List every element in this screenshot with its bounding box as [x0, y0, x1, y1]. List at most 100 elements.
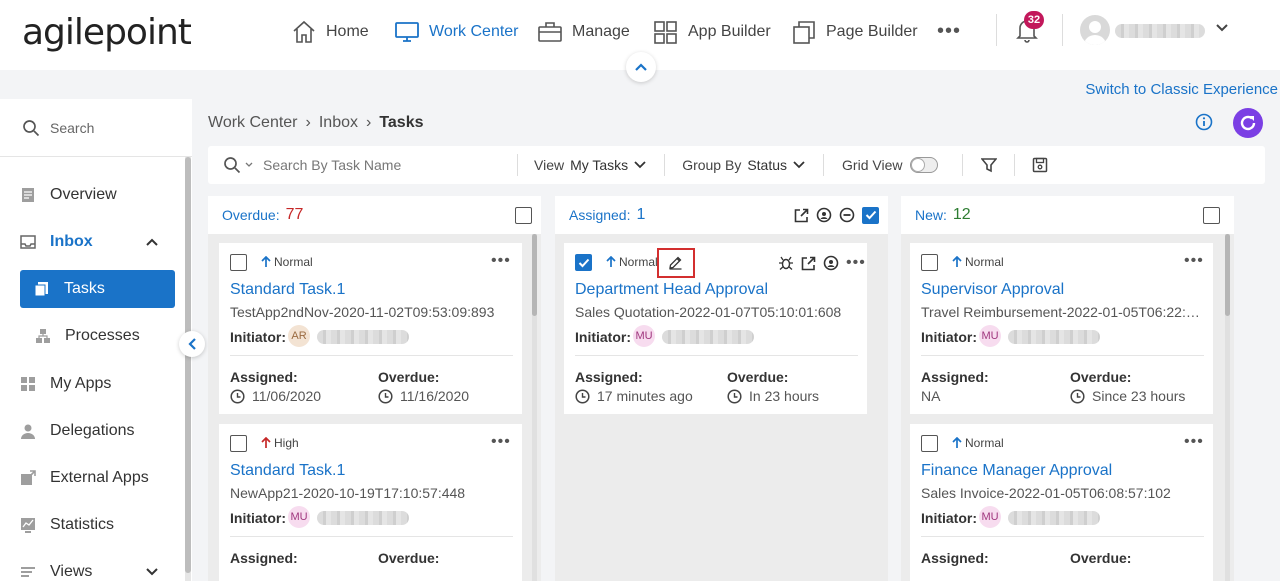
- info-button[interactable]: [1195, 113, 1213, 131]
- switch-classic-link[interactable]: Switch to Classic Experience: [1085, 81, 1278, 98]
- group-by-dropdown[interactable]: Group By Status: [682, 157, 805, 173]
- select-all-checkbox[interactable]: [1203, 206, 1220, 224]
- card-more-button[interactable]: •••: [1184, 433, 1204, 451]
- task-card[interactable]: Normal ••• Finance Manager Approval Sale…: [910, 424, 1213, 581]
- task-card[interactable]: Normal ••• Supervisor Approval Travel Re…: [910, 243, 1213, 414]
- bug-icon[interactable]: [778, 255, 794, 271]
- task-checkbox[interactable]: [230, 435, 247, 452]
- assigned-value: NA: [921, 388, 940, 404]
- select-all-checkbox[interactable]: [515, 206, 532, 224]
- initiator-name-redacted: [662, 330, 754, 344]
- check-icon: [578, 258, 589, 267]
- nav-page-builder[interactable]: Page Builder: [791, 20, 918, 44]
- initiator-label: Initiator:: [921, 329, 977, 345]
- sidebar-item-views[interactable]: Views: [0, 552, 185, 581]
- sidebar-scrollbar[interactable]: [185, 157, 191, 573]
- task-title[interactable]: Finance Manager Approval: [921, 462, 1112, 480]
- sidebar-item-external-apps[interactable]: External Apps: [0, 458, 185, 498]
- task-card[interactable]: Normal ••• Department Head Approval Sale…: [564, 243, 867, 414]
- view-dropdown[interactable]: View My Tasks: [534, 157, 646, 173]
- column-header: Overdue: 77: [208, 196, 541, 234]
- column-actions: [794, 206, 879, 224]
- sidebar-item-overview[interactable]: Overview: [0, 175, 185, 215]
- task-search-input[interactable]: Search By Task Name: [263, 157, 503, 173]
- overdue-value: Since 23 hours: [1070, 388, 1185, 404]
- breadcrumb-inbox[interactable]: Inbox: [319, 114, 358, 132]
- task-card[interactable]: Normal ••• Standard Task.1 TestApp2ndNov…: [219, 243, 522, 414]
- toolbar-divider: [962, 154, 964, 176]
- task-title[interactable]: Department Head Approval: [575, 281, 768, 299]
- user-avatar[interactable]: [1080, 15, 1110, 45]
- initiator-name-redacted: [317, 330, 409, 344]
- assigned-label: Assigned:: [230, 369, 298, 385]
- monitor-icon: [395, 22, 419, 42]
- nav-app-builder[interactable]: App Builder: [653, 20, 771, 44]
- task-title[interactable]: Standard Task.1: [230, 281, 345, 299]
- refresh-button[interactable]: [1233, 108, 1263, 138]
- nav-work-center[interactable]: Work Center: [394, 20, 519, 44]
- task-title[interactable]: Standard Task.1: [230, 462, 345, 480]
- overdue-label: Overdue:: [378, 550, 440, 566]
- sidebar-search[interactable]: Search: [0, 99, 192, 157]
- task-checkbox[interactable]: [230, 254, 247, 271]
- nav-home[interactable]: Home: [291, 20, 369, 44]
- chevron-down-icon[interactable]: [1215, 23, 1229, 33]
- column-scrollbar[interactable]: [532, 234, 537, 316]
- card-more-button[interactable]: •••: [846, 254, 866, 272]
- reassign-icon[interactable]: [816, 207, 832, 223]
- grid-view-switch[interactable]: [910, 157, 939, 173]
- initiator-avatar: AR: [288, 325, 310, 347]
- toolbar-divider: [823, 154, 825, 176]
- filter-icon[interactable]: [981, 157, 998, 173]
- column-label: Assigned:: [569, 207, 631, 223]
- collapse-sidebar-button[interactable]: [179, 331, 205, 357]
- card-divider: [230, 536, 513, 537]
- search-scope-dropdown[interactable]: [223, 156, 253, 174]
- select-all-checkbox[interactable]: [862, 206, 879, 224]
- task-card[interactable]: High ••• Standard Task.1 NewApp21-2020-1…: [219, 424, 522, 581]
- reassign-icon[interactable]: [823, 255, 839, 271]
- assigned-value: 17 minutes ago: [575, 388, 693, 404]
- nav-divider: [996, 14, 997, 46]
- open-external-icon[interactable]: [801, 256, 816, 271]
- save-icon[interactable]: [1032, 157, 1048, 173]
- view-value: My Tasks: [570, 157, 629, 173]
- sidebar-item-label: Inbox: [50, 233, 93, 250]
- grid-view-toggle[interactable]: Grid View: [842, 157, 939, 173]
- initiator-label: Initiator:: [230, 329, 286, 345]
- edit-icon[interactable]: [668, 255, 683, 270]
- breadcrumb-work-center[interactable]: Work Center: [208, 114, 298, 132]
- clock-icon: [378, 388, 393, 404]
- open-external-icon[interactable]: [794, 208, 809, 223]
- card-more-button[interactable]: •••: [1184, 252, 1204, 270]
- chevron-down-icon: [245, 162, 253, 167]
- overdue-label: Overdue:: [378, 369, 440, 385]
- task-title[interactable]: Supervisor Approval: [921, 281, 1064, 299]
- sidebar-item-tasks[interactable]: Tasks: [20, 270, 175, 308]
- agilepoint-logo[interactable]: agilepoint: [22, 13, 192, 53]
- initiator-avatar: MU: [979, 325, 1001, 347]
- sidebar-item-my-apps[interactable]: My Apps: [0, 364, 185, 404]
- more-menu-button[interactable]: •••: [937, 20, 961, 43]
- sidebar-item-processes[interactable]: Processes: [0, 316, 185, 356]
- nav-manage[interactable]: Manage: [537, 20, 630, 44]
- task-checkbox[interactable]: [921, 435, 938, 452]
- card-more-button[interactable]: •••: [491, 252, 511, 270]
- sidebar-search-placeholder: Search: [50, 119, 95, 136]
- sidebar-item-delegations[interactable]: Delegations: [0, 411, 185, 451]
- sidebar-item-inbox[interactable]: Inbox: [0, 222, 185, 262]
- person-icon: [21, 424, 35, 439]
- task-checkbox[interactable]: [575, 254, 592, 271]
- assigned-label: Assigned:: [575, 369, 643, 385]
- initiator-avatar: MU: [633, 325, 655, 347]
- cancel-icon[interactable]: [839, 207, 855, 223]
- task-checkbox[interactable]: [921, 254, 938, 271]
- overdue-date: 11/16/2020: [400, 388, 470, 404]
- collapse-header-button[interactable]: [626, 52, 656, 82]
- chevron-down-icon: [793, 161, 805, 169]
- column-scrollbar[interactable]: [1225, 234, 1230, 316]
- priority-label: Normal: [965, 255, 1004, 269]
- sidebar-item-statistics[interactable]: Statistics: [0, 505, 185, 545]
- sidebar-item-label: Overview: [50, 186, 117, 203]
- card-more-button[interactable]: •••: [491, 433, 511, 451]
